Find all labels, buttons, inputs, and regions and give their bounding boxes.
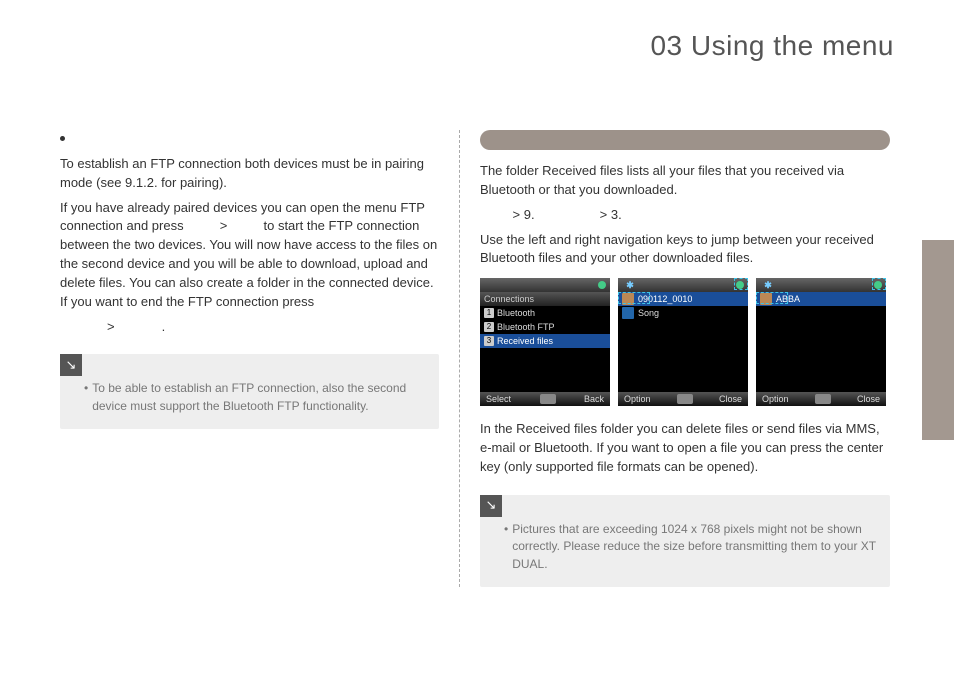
right-para-3: In the Received files folder you can del… bbox=[480, 420, 890, 477]
callout-outline-icon bbox=[734, 278, 748, 290]
screen1-title: Connections bbox=[480, 292, 610, 306]
phone-screen-1: Connections 1Bluetooth 2Bluetooth FTP 3R… bbox=[480, 278, 610, 406]
phone-screen-2: ✱ 090112_0010 Song Option Close bbox=[618, 278, 748, 406]
callout-outline-icon bbox=[872, 278, 886, 290]
callout-outline-icon bbox=[618, 292, 650, 304]
note-box-left: ↘ • To be able to establish an FTP conne… bbox=[60, 354, 439, 429]
music-thumb-icon bbox=[622, 307, 634, 319]
note-bullet: • bbox=[504, 521, 508, 573]
bullet-icon bbox=[60, 136, 65, 141]
status-dot-icon bbox=[598, 281, 606, 289]
right-para-2: Use the left and right navigation keys t… bbox=[480, 231, 890, 269]
section-heading-pill bbox=[480, 130, 890, 150]
gt-2: > bbox=[103, 319, 118, 334]
left-para-2: If you have already paired devices you c… bbox=[60, 199, 439, 312]
softkey-right: Close bbox=[719, 393, 742, 406]
list-item: 2Bluetooth FTP bbox=[480, 320, 610, 334]
softkey-right: Close bbox=[857, 393, 880, 406]
softkey-right: Back bbox=[584, 393, 604, 406]
phone-screen-3: ✱ ABBA Option Close bbox=[756, 278, 886, 406]
note-corner-icon: ↘ bbox=[480, 495, 502, 517]
softkey-center-icon bbox=[815, 394, 831, 404]
left-para-3: ______ > ______. bbox=[60, 318, 439, 337]
list-item: Song bbox=[618, 306, 748, 320]
screenshots-row: Connections 1Bluetooth 2Bluetooth FTP 3R… bbox=[480, 278, 890, 406]
list-item-selected: 3Received files bbox=[480, 334, 610, 348]
right-column: The folder Received files lists all your… bbox=[460, 130, 890, 587]
left-para-1: To establish an FTP connection both devi… bbox=[60, 155, 439, 193]
list-item: 1Bluetooth bbox=[480, 306, 610, 320]
softkey-left: Option bbox=[624, 393, 651, 406]
path-a: > 9. bbox=[509, 207, 538, 222]
note-corner-icon: ↘ bbox=[60, 354, 82, 376]
gt-1: > bbox=[216, 218, 231, 233]
note-box-right: ↘ • Pictures that are exceeding 1024 x 7… bbox=[480, 495, 890, 587]
right-para-1: The folder Received files lists all your… bbox=[480, 162, 890, 200]
left-p3-end: . bbox=[162, 319, 166, 334]
path-b: > 3. bbox=[596, 207, 622, 222]
page-title: 03 Using the menu bbox=[650, 30, 894, 62]
softkey-left: Option bbox=[762, 393, 789, 406]
softkey-center-icon bbox=[677, 394, 693, 404]
callout-outline-icon bbox=[756, 292, 788, 304]
bluetooth-icon: ✱ bbox=[760, 279, 776, 291]
bluetooth-icon: ✱ bbox=[622, 279, 638, 291]
note-text-right: Pictures that are exceeding 1024 x 768 p… bbox=[512, 521, 876, 573]
note-text-left: To be able to establish an FTP connectio… bbox=[92, 380, 425, 415]
right-path: ____ > 9. ________ > 3. bbox=[480, 206, 890, 225]
side-tab bbox=[922, 240, 954, 440]
left-column: To establish an FTP connection both devi… bbox=[60, 130, 460, 587]
softkey-left: Select bbox=[486, 393, 511, 406]
note-bullet: • bbox=[84, 380, 88, 415]
softkey-center-icon bbox=[540, 394, 556, 404]
